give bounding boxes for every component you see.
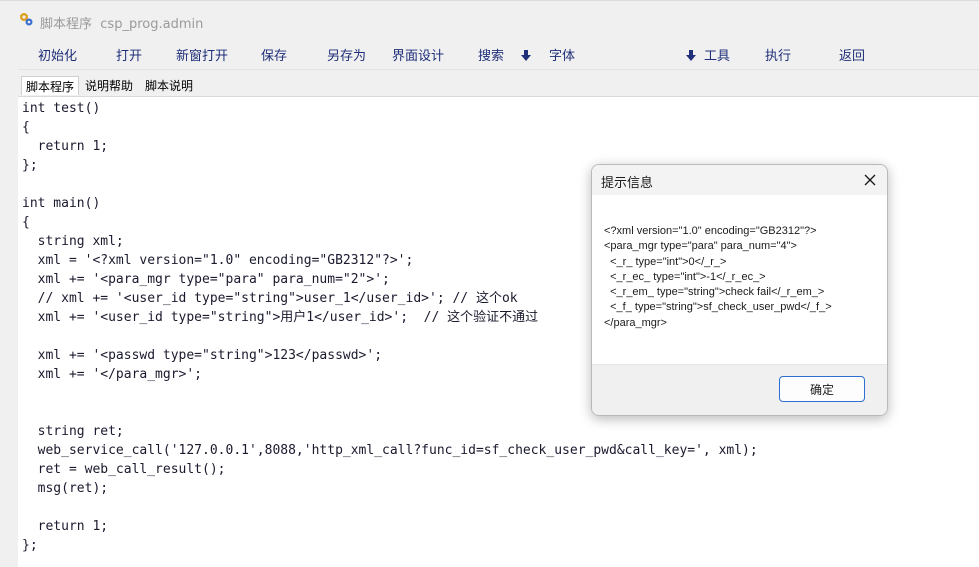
app-gear-icon [18,11,34,27]
open-new-window-button[interactable]: 新窗打开 [176,45,228,64]
init-button[interactable]: 初始化 [38,45,77,64]
tab-help[interactable]: 说明帮助 [81,76,137,95]
save-button[interactable]: 保存 [261,45,287,64]
toolbar: 初始化 打开 新窗打开 保存 另存为 界面设计 搜索 字体 工具 执行 返回 [18,39,979,70]
back-button[interactable]: 返回 [839,45,865,64]
ui-design-button[interactable]: 界面设计 [392,45,444,64]
close-icon[interactable] [863,172,877,186]
tab-script[interactable]: 脚本程序 [21,76,80,95]
dialog-title: 提示信息 [601,176,654,191]
tab-bar: 脚本程序 说明帮助 脚本说明 [18,74,979,96]
dialog-header: 提示信息 [592,165,887,195]
open-button[interactable]: 打开 [116,45,142,64]
tab-description[interactable]: 脚本说明 [141,76,197,95]
ok-button[interactable]: 确定 [779,376,865,402]
font-button[interactable]: 字体 [549,45,575,64]
dialog-message: <?xml version="1.0" encoding="GB2312"?> … [604,225,832,329]
tools-button[interactable]: 工具 [704,45,730,64]
search-dropdown-arrow-icon[interactable] [521,47,531,61]
search-button[interactable]: 搜索 [478,45,504,64]
dialog-footer: 确定 [592,364,887,415]
title-bar: 脚本程序 csp_prog.admin [0,0,979,39]
dialog-body: <?xml version="1.0" encoding="GB2312"?> … [592,195,887,364]
save-as-button[interactable]: 另存为 [327,45,366,64]
run-button[interactable]: 执行 [765,45,791,64]
window-title-text: 脚本程序 [40,17,93,32]
message-dialog: 提示信息 <?xml version="1.0" encoding="GB231… [591,164,888,416]
window-title: 脚本程序 csp_prog.admin [40,13,203,32]
tools-dropdown-arrow-icon[interactable] [686,47,696,61]
window-subtitle-text: csp_prog.admin [100,17,204,32]
